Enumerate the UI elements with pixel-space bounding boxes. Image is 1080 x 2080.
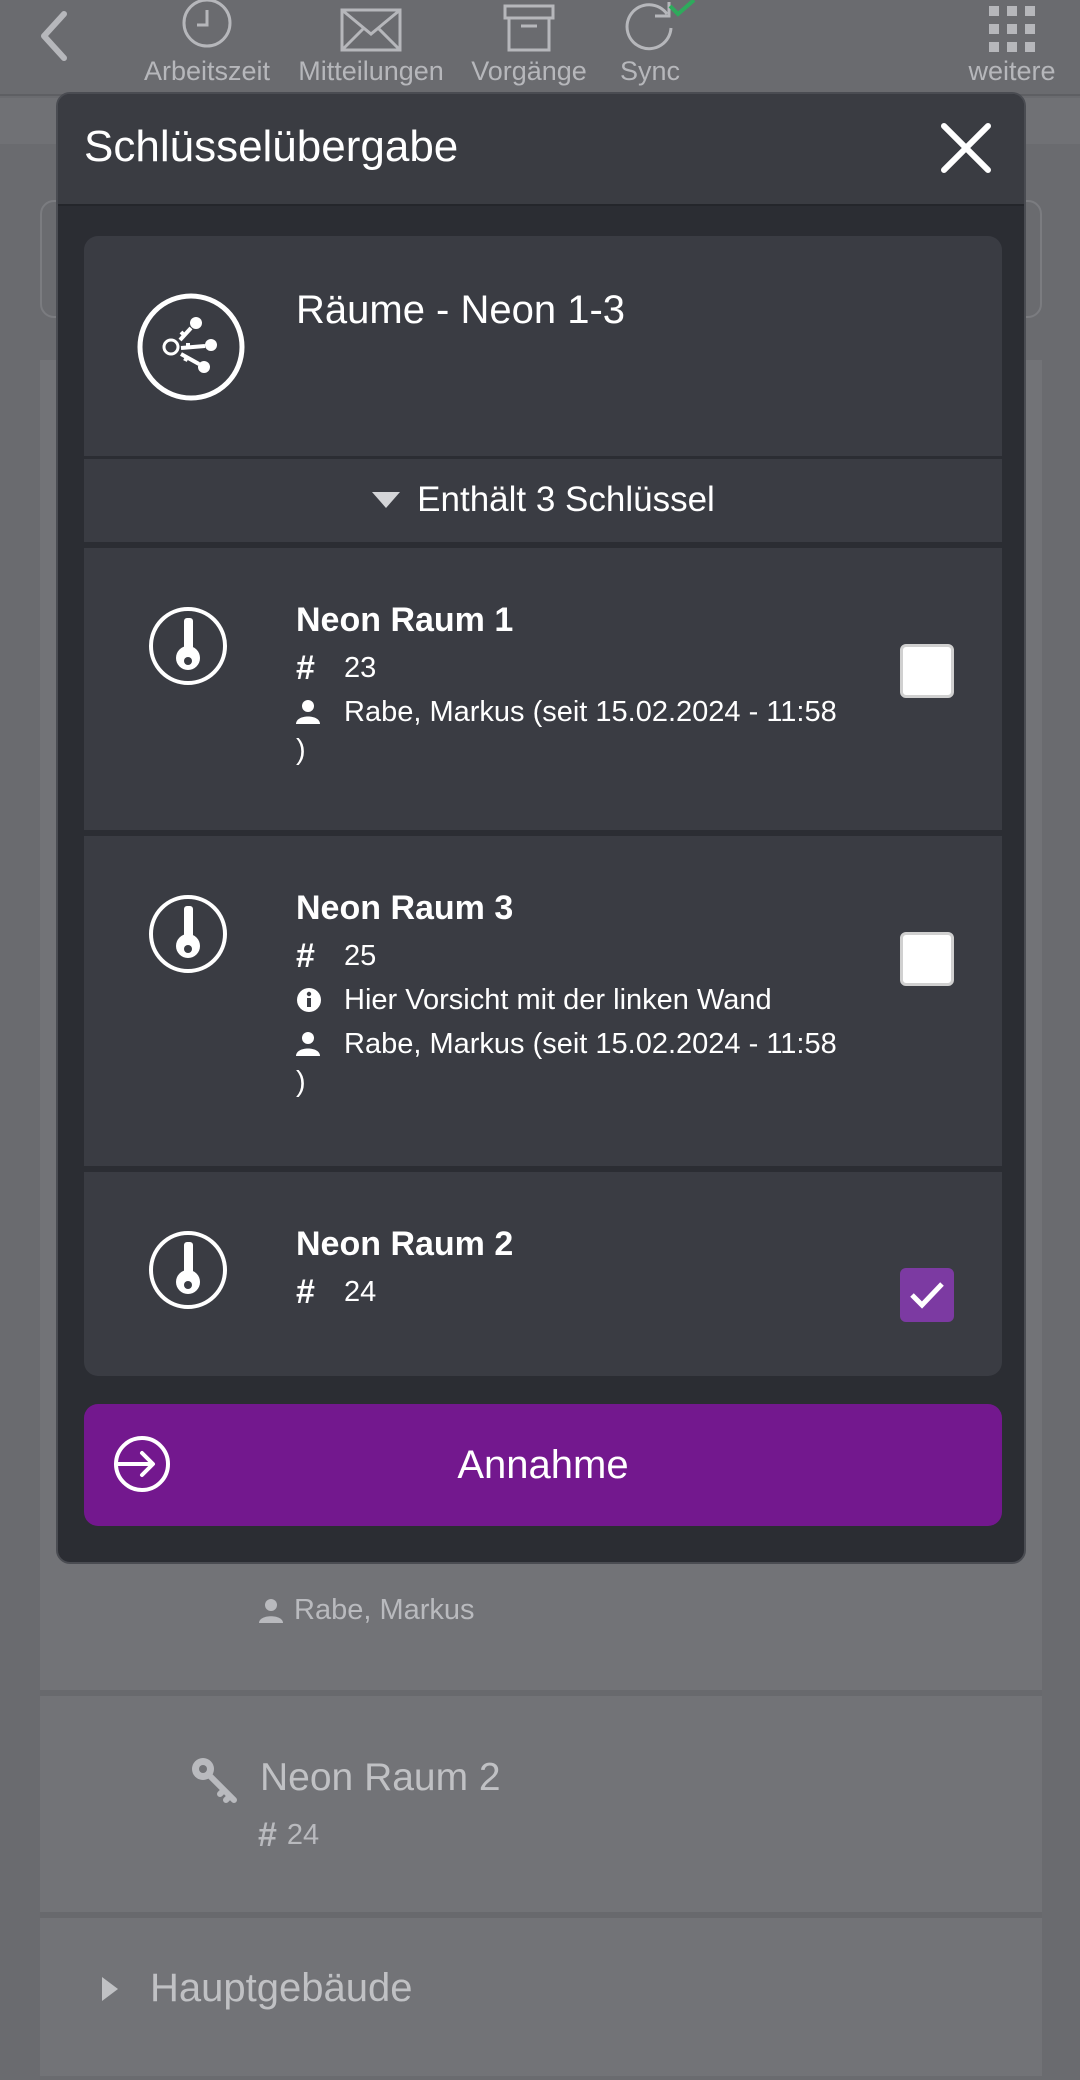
key-holder-line: Rabe, Markus (seit 15.02.2024 - 11:58 xyxy=(296,1024,856,1064)
key-number: 24 xyxy=(344,1276,377,1308)
close-icon xyxy=(941,123,991,173)
key-handover-dialog: Schlüsselübergabe Räume - Neon 1-3 Enthä… xyxy=(56,92,1026,1564)
key-checkbox-checked[interactable] xyxy=(900,1268,954,1322)
owner-name: Rabe, Markus xyxy=(294,1594,475,1626)
key-number-line: # 24 xyxy=(296,1272,856,1312)
key-number: 24 xyxy=(286,1819,320,1851)
divider xyxy=(40,1912,1042,1918)
key-name: Neon Raum 3 xyxy=(296,889,514,927)
nav-label: Mitteilungen xyxy=(298,56,444,86)
person-icon xyxy=(296,1032,320,1056)
info-icon xyxy=(297,988,321,1012)
key-number-line: # 25 xyxy=(296,936,856,976)
key-number-line: # 23 xyxy=(296,648,856,688)
nav-label: weitere xyxy=(968,56,1056,86)
key-count-label: Enthält 3 Schlüssel xyxy=(417,480,715,519)
key-holder-end: ) xyxy=(296,1066,306,1098)
key-number: 23 xyxy=(344,652,377,684)
person-icon xyxy=(259,1598,283,1623)
close-button[interactable] xyxy=(936,118,996,178)
accept-button-label: Annahme xyxy=(457,1442,629,1487)
key-group-panel: Räume - Neon 1-3 Enthält 3 Schlüssel Neo… xyxy=(84,236,1002,1376)
key-holder-line: Rabe, Markus (seit 15.02.2024 - 11:58 xyxy=(296,692,856,732)
key-bundle-icon xyxy=(137,293,245,401)
key-name: Neon Raum 1 xyxy=(296,601,514,639)
key-note-line: Hier Vorsicht mit der linken Wand xyxy=(296,980,856,1020)
chevron-left-icon xyxy=(41,11,67,61)
check-icon xyxy=(668,0,696,17)
envelope-icon xyxy=(340,8,402,52)
key-icon xyxy=(149,895,227,973)
nav-vorgaenge[interactable]: Vorgänge xyxy=(468,0,590,96)
nav-weitere[interactable]: weitere xyxy=(960,0,1064,96)
check-icon xyxy=(910,1282,944,1309)
key-icon xyxy=(192,1758,237,1803)
key-holder: Rabe, Markus (seit 15.02.2024 - 11:58 xyxy=(344,1028,837,1060)
nav-label: Vorgänge xyxy=(471,56,587,86)
nav-arbeitszeit[interactable]: Arbeitszeit xyxy=(136,0,278,96)
clock-icon xyxy=(182,0,232,48)
background-key-number: # 24 xyxy=(258,1816,319,1855)
key-icon xyxy=(149,607,227,685)
key-count-toggle[interactable]: Enthält 3 Schlüssel xyxy=(84,458,1002,542)
archive-box-icon xyxy=(503,4,555,52)
nav-label: Arbeitszeit xyxy=(143,56,271,86)
key-checkbox[interactable] xyxy=(900,644,954,698)
key-row-neon-raum-3[interactable]: Neon Raum 3 # 25 Hier Vorsicht mit der l… xyxy=(84,836,1002,1166)
background-group-hauptgebaeude[interactable]: Hauptgebäude xyxy=(100,1966,412,2011)
nav-label: Sync xyxy=(619,56,681,86)
grid-icon xyxy=(989,6,1035,52)
caret-down-icon xyxy=(372,492,401,508)
sign-in-icon xyxy=(114,1436,170,1492)
key-holder: Rabe, Markus (seit 15.02.2024 - 11:58 xyxy=(344,696,837,728)
key-row-neon-raum-2[interactable]: Neon Raum 2 # 24 xyxy=(84,1172,1002,1376)
key-checkbox[interactable] xyxy=(900,932,954,986)
key-row-neon-raum-1[interactable]: Neon Raum 1 # 23 Rabe, Markus (seit 15.0… xyxy=(84,548,1002,830)
key-icon xyxy=(149,1231,227,1309)
key-name: Neon Raum 2 xyxy=(296,1225,514,1263)
hash-icon: # xyxy=(258,1816,277,1854)
person-icon xyxy=(296,700,320,724)
hash-icon: # xyxy=(296,649,315,687)
dialog-title: Schlüsselübergabe xyxy=(84,122,459,171)
accept-button[interactable]: Annahme xyxy=(84,1404,1002,1526)
key-holder-end: ) xyxy=(296,734,306,766)
divider xyxy=(40,1690,1042,1696)
key-number: 25 xyxy=(344,940,377,972)
caret-right-icon xyxy=(102,1976,118,2001)
background-key-title[interactable]: Neon Raum 2 xyxy=(260,1756,501,1800)
nav-mitteilungen[interactable]: Mitteilungen xyxy=(290,0,452,96)
hash-icon: # xyxy=(296,1273,315,1311)
nav-sync[interactable]: Sync xyxy=(610,0,696,96)
back-button[interactable] xyxy=(28,8,78,64)
top-navigation-bar: Arbeitszeit Mitteilungen Vorgänge Sync w… xyxy=(0,0,1080,96)
background-owner: Rabe, Markus xyxy=(258,1594,475,1627)
key-group-header: Räume - Neon 1-3 xyxy=(84,236,1002,458)
group-label: Hauptgebäude xyxy=(150,1966,413,2010)
key-note: Hier Vorsicht mit der linken Wand xyxy=(344,984,772,1016)
key-group-title: Räume - Neon 1-3 xyxy=(296,288,626,332)
hash-icon: # xyxy=(296,937,315,975)
dialog-header: Schlüsselübergabe xyxy=(58,94,1024,206)
